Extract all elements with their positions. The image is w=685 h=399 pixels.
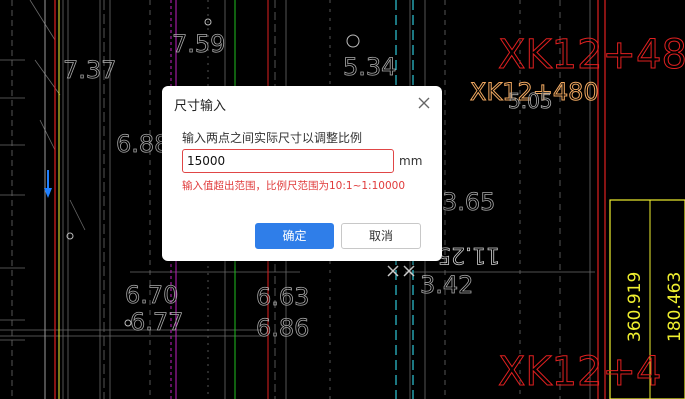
drawing-label: 5.05 [508,89,553,113]
drawing-label: 11.25 [437,242,500,267]
drawing-label: 7.37 [63,56,116,84]
close-icon[interactable] [416,95,432,111]
error-message: 输入值超出范围，比例尺范围为10:1~1:10000 [182,180,405,192]
cancel-button[interactable]: 取消 [341,223,421,249]
drawing-label: XK12+480 [498,32,685,78]
dimension-input[interactable] [182,149,394,173]
drawing-label: XK12+4 [498,349,662,395]
drawing-label: 6.63 [256,283,309,311]
ok-button[interactable]: 确定 [255,223,334,249]
drawing-label: 3.65 [442,188,495,216]
drawing-label: 180.463 [665,272,685,342]
drawing-label: 7.59 [172,30,225,58]
dialog-prompt: 输入两点之间实际尺寸以调整比例 [182,131,363,145]
drawing-label: 3.42 [420,271,473,299]
dimension-input-dialog: 尺寸输入 输入两点之间实际尺寸以调整比例 mm 输入值超出范围，比例尺范围为10… [162,86,442,261]
drawing-label: 6.70 [125,281,178,309]
unit-label: mm [399,154,423,168]
dialog-title: 尺寸输入 [174,99,227,114]
drawing-label: 5.34 [343,53,396,81]
drawing-label: 6.86 [256,314,309,342]
drawing-label: 6.77 [130,308,183,336]
drawing-label: 360.919 [625,272,645,342]
